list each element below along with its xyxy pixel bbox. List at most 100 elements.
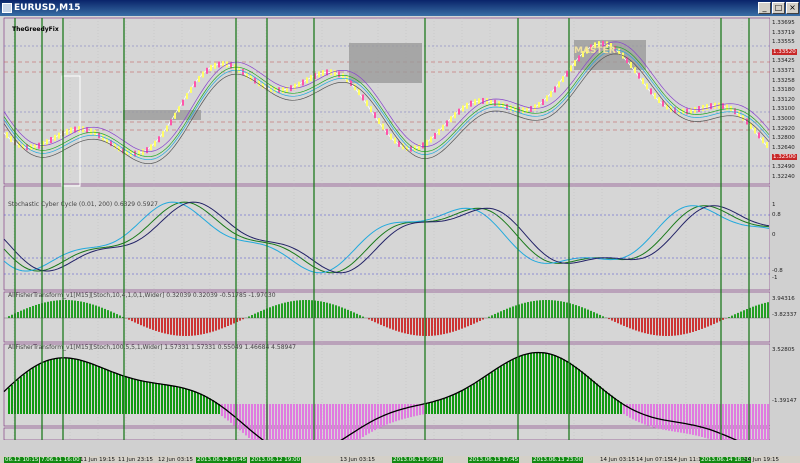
fisher1-bar: [65, 300, 67, 318]
close-button[interactable]: ×: [786, 2, 799, 14]
time-tick: 14 Jun 03:15: [600, 457, 635, 463]
fisher1-bar: [374, 318, 376, 322]
title-bar[interactable]: EURUSD,M15 _ □ ×: [0, 0, 800, 16]
candle: [334, 70, 336, 76]
fisher1-bar: [506, 309, 508, 318]
candle: [170, 119, 172, 125]
fisher1-bar: [440, 318, 442, 335]
price-tick: 1.33719: [772, 30, 795, 36]
candle: [146, 147, 148, 153]
fisher1-bar: [578, 306, 580, 318]
fisher1-bar: [752, 307, 754, 318]
fisher2-bar: [251, 404, 253, 440]
fisher1-bar: [212, 318, 214, 332]
candle: [522, 107, 524, 113]
candle: [310, 75, 312, 81]
fisher2-bar: [146, 382, 148, 414]
fisher1-bar: [68, 300, 70, 318]
panel-title-fisher2: AllFisherTransform_v1[M15][Stoch,100,5,5…: [8, 344, 296, 351]
price-tick-label: 1.32640: [772, 145, 795, 151]
fisher1-bar: [20, 311, 22, 318]
fisher2-bar: [557, 356, 559, 414]
candle: [362, 94, 364, 100]
maximize-button[interactable]: □: [772, 2, 785, 14]
fisher1-bar: [380, 318, 382, 325]
fisher1-bar: [701, 318, 703, 329]
fisher2-bar: [98, 366, 100, 414]
price-tick: 1.33425: [772, 58, 795, 64]
fisher2-bar: [701, 404, 703, 437]
fisher1-bar: [302, 300, 304, 318]
fisher1-bar: [668, 318, 670, 336]
fisher2-bar: [566, 361, 568, 414]
candle: [338, 71, 340, 77]
minimize-button[interactable]: _: [758, 2, 771, 14]
fisher2-bar: [716, 404, 718, 442]
candle: [466, 103, 468, 109]
fisher1-bar: [686, 318, 688, 334]
fisher1-bar: [275, 305, 277, 318]
fisher1-bar: [650, 318, 652, 334]
fisher2-bar: [614, 398, 616, 414]
indicator-tick: -0.8: [772, 268, 783, 274]
fisher1-bar: [209, 318, 211, 332]
candle: [482, 98, 484, 104]
fisher2-bar: [695, 404, 697, 436]
fisher1-bar: [689, 318, 691, 333]
fisher1-bar: [278, 304, 280, 318]
fisher1-bar: [386, 318, 388, 327]
fisher1-bar: [74, 301, 76, 318]
chart-canvas[interactable]: [0, 16, 800, 456]
time-tick: 7.06.11 16:00: [40, 457, 81, 463]
fisher2-bar: [131, 378, 133, 414]
time-tick: 2013.06.13 09:30: [392, 457, 443, 463]
price-tick-label: 1.33425: [772, 58, 795, 64]
fisher1-bar: [17, 312, 19, 318]
fisher2-bar: [89, 363, 91, 414]
fisher2-bar: [563, 359, 565, 414]
fisher1-bar: [395, 318, 397, 331]
fisher1-bar: [104, 309, 106, 318]
panel-frame: [4, 428, 770, 440]
candle: [650, 88, 652, 94]
fisher2-bar: [65, 358, 67, 414]
fisher2-bar: [188, 389, 190, 414]
fisher1-bar: [371, 318, 373, 321]
fisher1-bar: [710, 318, 712, 325]
fisher1-bar: [716, 318, 718, 323]
time-tick: 2013.06.13 23:00: [532, 457, 583, 463]
fisher2-bar: [110, 371, 112, 414]
price-tick: 1.33120: [772, 97, 795, 103]
price-tick: 1.32920: [772, 126, 795, 132]
fisher1-bar: [452, 318, 454, 332]
price-tick-label: 1.32800: [772, 135, 795, 141]
fisher1-bar: [545, 300, 547, 318]
fisher1-bar: [92, 305, 94, 318]
fisher2-bar: [179, 387, 181, 414]
candle: [546, 95, 548, 101]
candle: [654, 93, 656, 99]
indicator-tick: 0: [772, 232, 776, 238]
candle: [394, 138, 396, 144]
time-tick: 2013.06.12 19:00: [250, 457, 301, 463]
chart-area[interactable]: TheGreedyFix MASTER Stochastic Cyber Cyc…: [0, 16, 800, 456]
candle: [390, 134, 392, 140]
fisher1-bar: [533, 301, 535, 318]
candle: [754, 128, 756, 134]
fisher1-bar: [398, 318, 400, 332]
price-tick: 1.33695: [772, 20, 795, 26]
fisher1-bar: [665, 318, 667, 336]
fisher2-bar: [680, 404, 682, 433]
fisher2-bar: [410, 404, 412, 417]
candle: [478, 98, 480, 104]
fisher2-bar: [101, 367, 103, 414]
fisher2-bar: [485, 376, 487, 414]
candle: [686, 108, 688, 114]
fisher2-bar: [449, 396, 451, 414]
fisher1-bar: [56, 300, 58, 318]
fisher2-bar: [440, 400, 442, 414]
candle: [350, 80, 352, 86]
fisher2-bar: [515, 358, 517, 414]
price-tick: 1.33520: [772, 49, 797, 55]
fisher2-bar: [506, 363, 508, 414]
